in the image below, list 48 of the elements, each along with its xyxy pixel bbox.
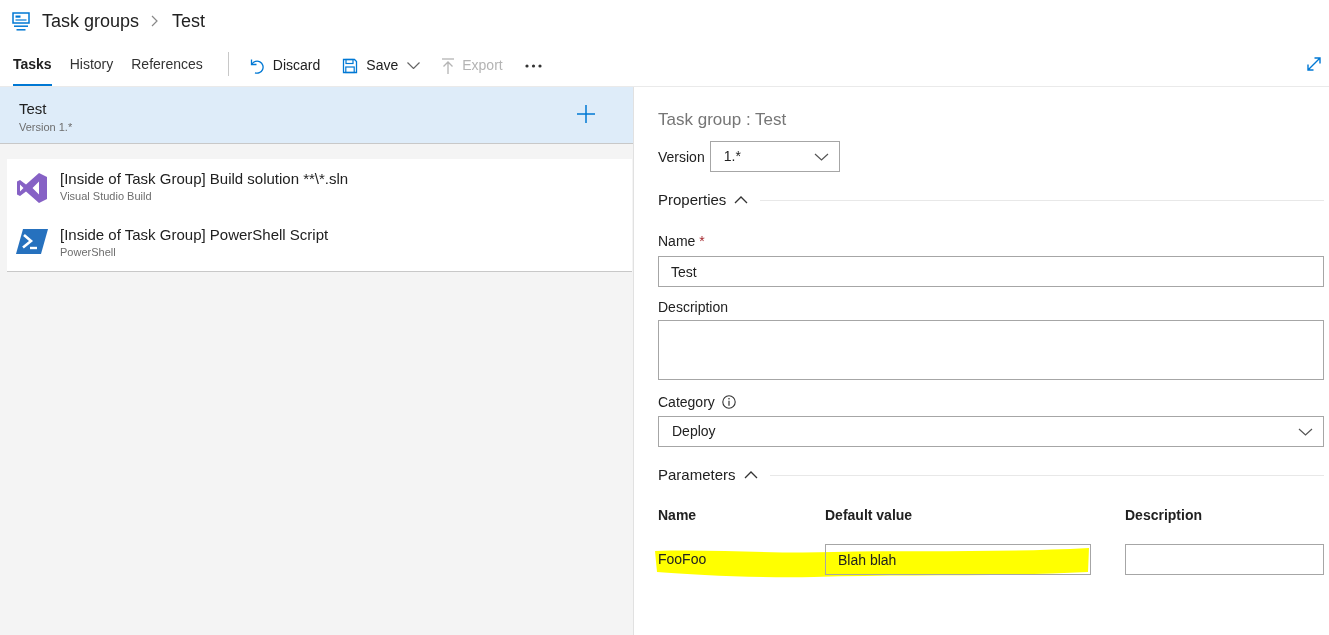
powershell-logo-icon — [16, 228, 48, 255]
details-title: Task group : Test — [658, 109, 788, 131]
visual-studio-logo-icon — [16, 172, 48, 204]
breadcrumb-current: Test — [172, 10, 206, 33]
section-heading: Properties — [658, 190, 727, 210]
save-icon — [342, 57, 359, 74]
field-label: Name * — [658, 232, 706, 251]
chevron-up-icon[interactable] — [743, 471, 758, 479]
field-label: Version — [658, 147, 705, 167]
chevron-right-icon — [151, 15, 159, 27]
undo-icon — [248, 57, 265, 74]
task-title[interactable]: [Inside of Task Group] PowerShell Script — [60, 225, 329, 245]
default-value-field[interactable]: Blah blah — [825, 544, 1091, 575]
task-title[interactable]: [Inside of Task Group] Build solution **\*.sln — [60, 169, 349, 189]
discard-button[interactable]: Discard — [248, 51, 321, 80]
description-field[interactable] — [658, 320, 1324, 380]
parameter-description-field[interactable] — [1125, 544, 1324, 575]
chevron-down-icon — [813, 152, 829, 161]
field-label: Category — [658, 393, 715, 412]
task-group-header[interactable]: Test Version 1.* — [0, 87, 633, 144]
column-header: Default value — [825, 506, 914, 525]
save-button[interactable]: Save — [342, 51, 421, 80]
add-task-button[interactable] — [577, 105, 595, 123]
fullscreen-button[interactable] — [1306, 56, 1322, 72]
upload-arrow-icon — [442, 57, 455, 74]
task-group-version: Version 1.* — [19, 120, 73, 135]
breadcrumb-link[interactable]: Task groups — [42, 9, 140, 33]
section-heading: Parameters — [658, 465, 736, 485]
field-label: Description — [658, 298, 730, 317]
task-group-title: Test — [19, 99, 48, 119]
name-field[interactable]: Test — [658, 256, 1324, 287]
more-icon — [524, 63, 542, 68]
chevron-up-icon[interactable] — [734, 196, 749, 204]
tab[interactable]: History — [69, 42, 114, 86]
chevron-down-icon — [1298, 427, 1313, 436]
tab[interactable]: References — [131, 42, 203, 86]
plus-icon — [577, 105, 595, 123]
expand-icon — [1306, 56, 1322, 72]
column-header: Name — [658, 506, 698, 525]
category-dropdown[interactable]: Deploy — [658, 416, 1324, 447]
version-dropdown[interactable]: 1.* — [709, 141, 840, 172]
parameter-name: FooFoo — [658, 550, 708, 569]
info-icon[interactable] — [721, 395, 736, 409]
caret-down-icon — [407, 62, 421, 69]
task-type: PowerShell — [60, 245, 117, 259]
task-group-icon — [12, 11, 30, 31]
column-header: Description — [1125, 506, 1203, 525]
task-type: Visual Studio Build — [60, 189, 153, 203]
